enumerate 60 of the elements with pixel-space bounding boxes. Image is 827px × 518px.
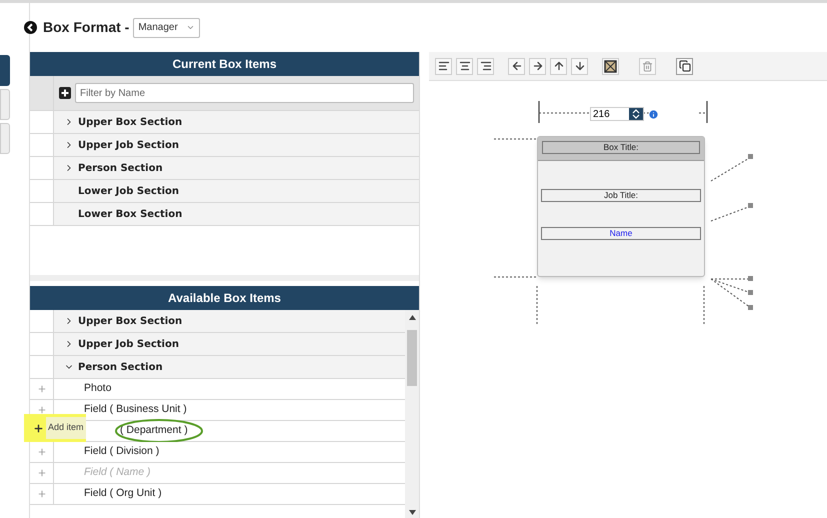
- section-row[interactable]: Lower Job Section: [54, 180, 419, 202]
- field-label[interactable]: Field ( Org Unit ): [84, 486, 162, 502]
- filter-field[interactable]: Filter by Name: [75, 83, 414, 103]
- toolbar-button[interactable]: [477, 58, 494, 74]
- arrow-right-icon: [532, 60, 544, 72]
- trash-icon: [642, 60, 653, 72]
- section-label: Lower Box Section: [78, 208, 182, 222]
- chevron-down-icon: [186, 23, 195, 32]
- panel-header: Available Box Items: [30, 286, 419, 310]
- scrollbar[interactable]: [405, 310, 419, 518]
- add-icon[interactable]: [33, 422, 44, 434]
- section-label: Upper Box Section: [78, 116, 182, 130]
- back-icon[interactable]: [24, 21, 37, 34]
- toolbar-button[interactable]: [456, 58, 473, 74]
- section-label: Person Section: [78, 162, 163, 176]
- arrow-up-icon: [552, 60, 564, 72]
- spinner-arrows-icon[interactable]: [632, 109, 640, 119]
- add-item-tooltip: Add item: [46, 417, 86, 439]
- panel-header: Current Box Items: [30, 52, 419, 76]
- add-icon[interactable]: [59, 87, 71, 99]
- scroll-down-icon[interactable]: [408, 510, 416, 515]
- box-title-field[interactable]: Box Title:: [542, 141, 700, 154]
- job-title-field[interactable]: Job Title:: [541, 189, 701, 202]
- format-dropdown[interactable]: Manager: [133, 18, 200, 38]
- field-label[interactable]: Field ( Division ): [84, 444, 160, 460]
- section-row[interactable]: Lower Box Section: [54, 203, 419, 225]
- section-label: Upper Job Section: [78, 338, 179, 352]
- section-row[interactable]: Person Section: [54, 356, 405, 378]
- toolbar-button[interactable]: [435, 58, 452, 74]
- frame-icon: [604, 60, 617, 72]
- section-row[interactable]: Upper Box Section: [54, 111, 419, 133]
- align-center-icon: [458, 60, 470, 72]
- scrollbar-thumb[interactable]: [407, 330, 417, 386]
- arrow-down-icon: [574, 60, 586, 72]
- section-label: Upper Box Section: [78, 314, 182, 328]
- toolbar-button[interactable]: [550, 58, 567, 74]
- section-row[interactable]: Upper Job Section: [54, 333, 405, 355]
- section-row[interactable]: Upper Job Section: [54, 134, 419, 156]
- page-title: Box Format -: [43, 18, 130, 37]
- field-label[interactable]: Photo: [84, 381, 112, 397]
- section-row[interactable]: Person Section: [54, 157, 419, 179]
- box-preview[interactable]: Box Title: Job Title: Name: [537, 136, 705, 277]
- toolbar-button[interactable]: [571, 58, 588, 74]
- width-spinner[interactable]: 216: [590, 107, 644, 121]
- copy-icon: [678, 60, 690, 72]
- section-label: Lower Job Section: [78, 184, 180, 198]
- arrow-left-icon: [510, 60, 522, 72]
- section-row[interactable]: Upper Box Section: [54, 310, 405, 332]
- align-right-icon: [480, 60, 492, 72]
- toolbar-button[interactable]: [602, 58, 619, 74]
- name-field[interactable]: Name: [541, 227, 701, 240]
- toolbar-button[interactable]: [676, 58, 693, 74]
- info-icon[interactable]: [648, 108, 659, 120]
- section-label: Upper Job Section: [78, 138, 179, 152]
- toolbar-button[interactable]: [508, 58, 525, 74]
- toolbar-button[interactable]: [529, 58, 546, 74]
- section-label: Person Section: [78, 360, 163, 374]
- scroll-up-icon[interactable]: [408, 315, 416, 320]
- field-label[interactable]: Field ( Business Unit ): [84, 402, 187, 418]
- align-left-icon: [438, 60, 450, 72]
